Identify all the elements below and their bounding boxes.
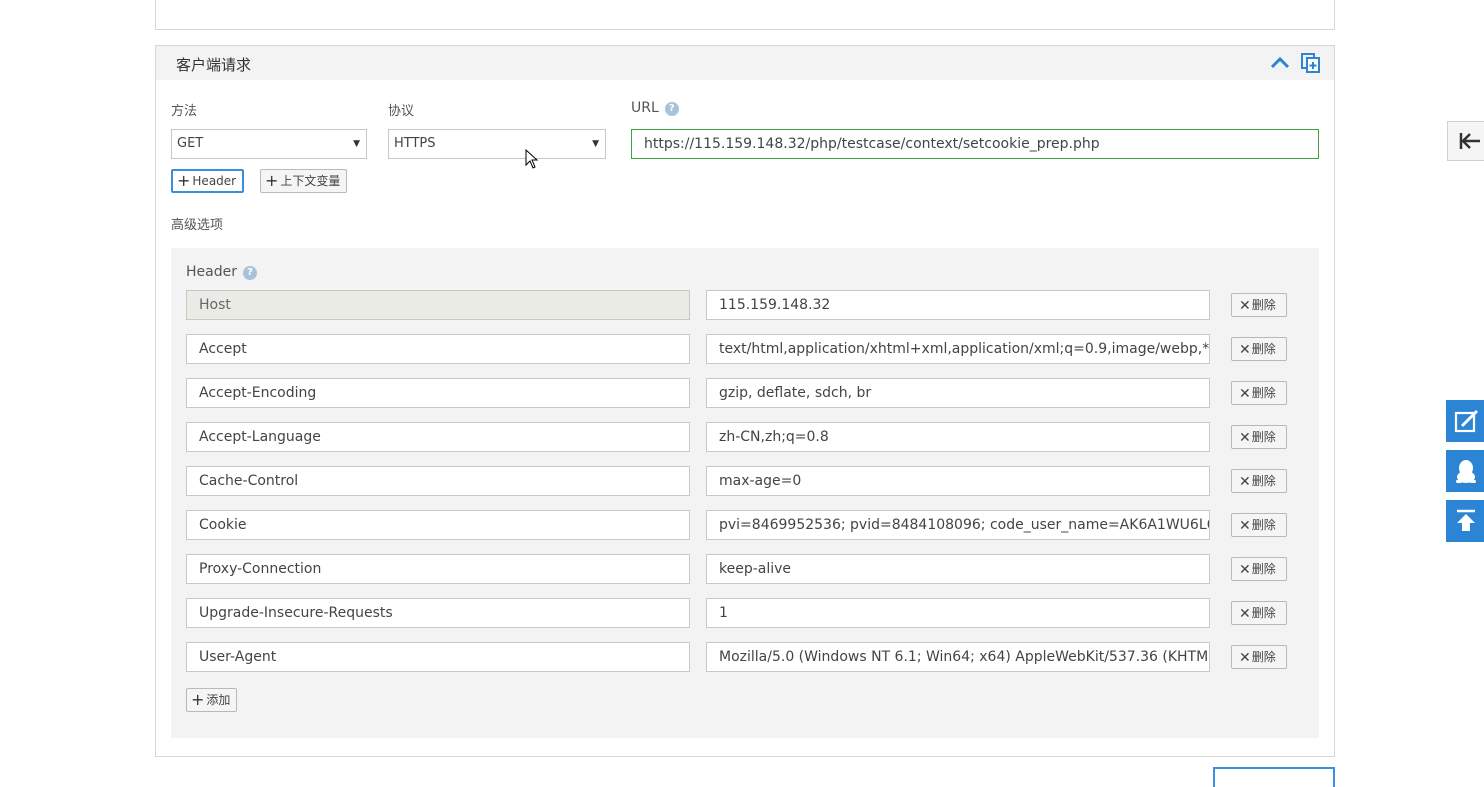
header-label-wrap: Header? (186, 264, 257, 280)
context-var-label: 上下文变量 (280, 174, 341, 188)
close-icon: ✕ (1239, 430, 1251, 446)
protocol-label: 协议 (388, 104, 415, 119)
method-select[interactable]: GET ▼ (171, 129, 367, 159)
delete-row-button[interactable]: ✕删除 (1231, 469, 1287, 493)
plus-icon: + (177, 171, 191, 190)
chevron-up-icon[interactable] (1269, 52, 1291, 74)
plus-icon: + (191, 690, 205, 709)
header-key-input[interactable]: Accept-Encoding (186, 378, 690, 408)
close-icon: ✕ (1239, 650, 1251, 666)
dropdown-arrow-icon: ▼ (353, 139, 360, 149)
header-value-input[interactable]: keep-alive (706, 554, 1210, 584)
url-label-wrap: URL? (631, 100, 679, 116)
protocol-select[interactable]: HTTPS ▼ (388, 129, 606, 159)
delete-row-button[interactable]: ✕删除 (1231, 293, 1287, 317)
edit-icon (1454, 409, 1479, 433)
feedback-button[interactable] (1446, 400, 1484, 442)
header-value-input[interactable]: Mozilla/5.0 (Windows NT 6.1; Win64; x64)… (706, 642, 1210, 672)
header-value-input[interactable]: 1 (706, 598, 1210, 628)
header-key-input[interactable]: Accept (186, 334, 690, 364)
delete-label: 删除 (1251, 298, 1276, 312)
header-key-input[interactable]: Upgrade-Insecure-Requests (186, 598, 690, 628)
panel-header: 客户端请求 (156, 46, 1334, 80)
url-label: URL (631, 100, 659, 116)
url-input[interactable]: https://115.159.148.32/php/testcase/cont… (631, 129, 1319, 159)
protocol-value: HTTPS (394, 136, 436, 151)
delete-label: 删除 (1251, 562, 1276, 576)
header-value-input[interactable]: 115.159.148.32 (706, 290, 1210, 320)
collapse-left-icon (1459, 133, 1480, 149)
help-icon[interactable]: ? (242, 266, 257, 280)
copy-add-icon[interactable] (1300, 52, 1322, 74)
advanced-options-label: 高级选项 (171, 218, 224, 233)
delete-row-button[interactable]: ✕删除 (1231, 645, 1287, 669)
header-section-label: Header (186, 264, 237, 280)
dropdown-arrow-icon: ▼ (592, 139, 599, 149)
header-value-input[interactable]: pvi=8469952536; pvid=8484108096; code_us… (706, 510, 1210, 540)
delete-label: 删除 (1251, 386, 1276, 400)
bottom-action-button[interactable] (1213, 767, 1335, 787)
delete-label: 删除 (1251, 518, 1276, 532)
header-value-input[interactable]: text/html,application/xhtml+xml,applicat… (706, 334, 1210, 364)
add-context-var-button[interactable]: + 上下文变量 (260, 169, 348, 193)
close-icon: ✕ (1239, 386, 1251, 402)
delete-row-button[interactable]: ✕删除 (1231, 513, 1287, 537)
header-value-input[interactable]: gzip, deflate, sdch, br (706, 378, 1210, 408)
panel-title: 客户端请求 (176, 56, 252, 74)
qq-icon (1456, 460, 1476, 483)
plus-icon: + (265, 171, 279, 190)
close-icon: ✕ (1239, 606, 1251, 622)
delete-row-button[interactable]: ✕删除 (1231, 337, 1287, 361)
close-icon: ✕ (1239, 562, 1251, 578)
add-header-button[interactable]: + Header (171, 169, 245, 193)
close-icon: ✕ (1239, 474, 1251, 490)
delete-label: 删除 (1251, 474, 1276, 488)
header-key-input[interactable]: Accept-Language (186, 422, 690, 452)
delete-row-button[interactable]: ✕删除 (1231, 425, 1287, 449)
delete-label: 删除 (1251, 606, 1276, 620)
close-icon: ✕ (1239, 342, 1251, 358)
header-key-input[interactable]: Proxy-Connection (186, 554, 690, 584)
header-key-input[interactable]: Cache-Control (186, 466, 690, 496)
advanced-options-box: Header? Host 115.159.148.32 ✕删除 Accept text/… (171, 248, 1319, 738)
delete-label: 删除 (1251, 650, 1276, 664)
header-value-input[interactable]: max-age=0 (706, 466, 1210, 496)
close-icon: ✕ (1239, 518, 1251, 534)
header-value-input[interactable]: zh-CN,zh;q=0.8 (706, 422, 1210, 452)
sidebar-collapse-button[interactable] (1447, 121, 1484, 161)
qq-button[interactable] (1446, 450, 1484, 492)
delete-row-button[interactable]: ✕删除 (1231, 601, 1287, 625)
header-key-input[interactable]: Cookie (186, 510, 690, 540)
previous-panel (155, 0, 1335, 30)
add-row-button[interactable]: + 添加 (186, 688, 238, 712)
close-icon: ✕ (1239, 298, 1251, 314)
add-header-label: Header (192, 174, 237, 188)
header-key-input: Host (186, 290, 690, 320)
method-label: 方法 (171, 104, 198, 119)
delete-row-button[interactable]: ✕删除 (1231, 557, 1287, 581)
mouse-cursor (525, 148, 539, 174)
client-request-panel: 客户端请求 方法 GET ▼ 协议 HTTPS ▼ URL? https://1… (155, 45, 1335, 757)
delete-label: 删除 (1251, 430, 1276, 444)
back-to-top-button[interactable] (1446, 500, 1484, 542)
header-key-input[interactable]: User-Agent (186, 642, 690, 672)
delete-label: 删除 (1251, 342, 1276, 356)
delete-row-button[interactable]: ✕删除 (1231, 381, 1287, 405)
back-to-top-icon (1457, 509, 1475, 531)
add-row-label: 添加 (206, 693, 231, 707)
method-value: GET (177, 136, 204, 151)
help-icon[interactable]: ? (664, 102, 679, 116)
